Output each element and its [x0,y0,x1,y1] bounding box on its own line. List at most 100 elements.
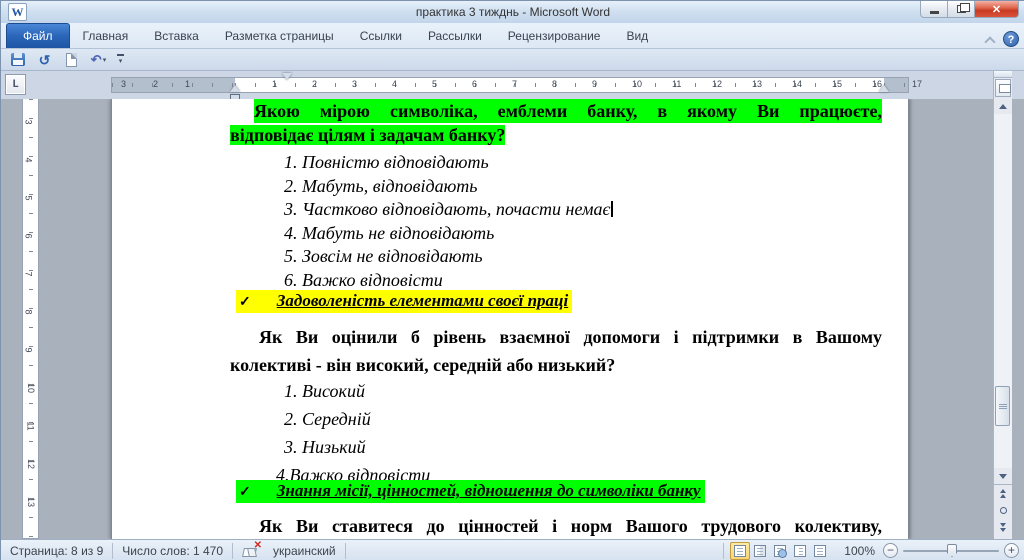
document-area: 345678910111213 Якою мірою символіка, ем… [1,99,1024,539]
tab-file[interactable]: Файл [6,23,70,48]
zoom-slider-thumb[interactable] [947,544,957,557]
checkmark-icon: ✓ [239,484,251,501]
select-browse-object-button[interactable] [994,502,1012,519]
ruler-number: 3 [352,79,357,89]
ribbon-tab-row: Файл Главная Вставка Разметка страницы С… [1,23,1024,49]
word-count[interactable]: Число слов: 1 470 [113,544,232,558]
scroll-down-button[interactable] [994,468,1012,484]
draft-icon [814,545,826,557]
vertical-scrollbar [993,71,1012,539]
zoom-slider[interactable] [903,543,999,558]
chevron-down-icon: ▾ [119,57,123,65]
ruler-number: 11 [26,421,36,430]
checkmark-icon: ✓ [239,294,251,311]
tab-page-layout[interactable]: Разметка страницы [212,24,347,48]
separator [723,543,724,559]
ruler-number: 3 [24,119,34,124]
ruler-number: 8 [552,79,557,89]
right-indent-marker[interactable] [879,85,889,92]
word-app-icon[interactable]: W [8,3,27,21]
next-page-button[interactable] [994,519,1012,536]
ruler-number: 8 [24,309,34,314]
zoom-in-button[interactable]: + [1004,543,1019,558]
view-outline-button[interactable] [790,542,810,560]
customize-qat-button[interactable]: ▾ [117,54,124,65]
minimize-button[interactable] [920,1,948,18]
tab-insert[interactable]: Вставка [141,24,212,48]
list-item: 4. Мабуть не відповідають [284,222,613,246]
ruler-number: 2 [312,79,317,89]
tab-mailings[interactable]: Рассылки [415,24,495,48]
paragraph-question-line2: колективі - він високий, середній або ни… [230,351,615,379]
help-button[interactable]: ? [1003,31,1019,47]
paragraph-values-line1: Як Ви ставитеся до цінностей і норм Вашо… [259,512,882,539]
ruler-number: 12 [26,459,36,469]
close-icon: ✕ [992,3,1001,16]
list-item: 1. Високий [284,377,430,405]
ruler-number: 17 [912,79,922,89]
tab-view[interactable]: Вид [613,24,661,48]
view-full-screen-reading-button[interactable] [750,542,770,560]
arrow-up-icon [999,104,1007,109]
zoom-level[interactable]: 100% [836,544,883,558]
new-document-icon [66,53,77,67]
ruler-number: 14 [792,79,802,89]
horizontal-ruler[interactable]: 3211234567891011121314151617 [111,77,909,93]
ruler-number: 13 [26,497,36,507]
ruler-number: 7 [24,271,34,276]
view-draft-button[interactable] [810,542,830,560]
ruler-number: 10 [26,383,36,393]
first-line-indent-marker[interactable] [282,73,292,80]
undo-arrow-icon: ↶ [91,52,102,68]
word-window: W практика 3 тижднь - Microsoft Word ✕ Ф… [0,0,1024,560]
language-indicator[interactable]: украинский [264,544,345,558]
restore-button[interactable] [948,1,975,18]
ruler-number: 13 [752,79,762,89]
split-window-handle[interactable] [994,71,1012,78]
undo-history-button[interactable]: ↶ ▾ [90,52,107,68]
close-button[interactable]: ✕ [975,1,1019,18]
expand-ribbon-icon[interactable] [986,35,995,44]
new-document-button[interactable] [63,52,80,68]
window-controls: ✕ [920,1,1019,18]
separator [345,543,346,559]
web-layout-icon [774,545,786,557]
browse-object-icon [1000,507,1007,514]
bullet-satisfaction: ✓ Задоволеність елементами своєї праці [236,290,572,313]
undo-typing-button[interactable]: ↺ [36,52,53,68]
list-item: 3. Низький [284,433,430,461]
ruler-number: 9 [592,79,597,89]
full-screen-reading-icon [754,545,766,557]
previous-page-button[interactable] [994,485,1012,502]
ruler-toggle-button[interactable] [995,79,1011,97]
quick-access-toolbar: ↺ ↶ ▾ ▾ [1,49,1024,71]
ruler-number: 6 [24,233,34,238]
ruler-number: 4 [392,79,397,89]
scroll-up-button[interactable] [994,98,1012,114]
hanging-indent-marker[interactable] [230,85,240,92]
page-indicator[interactable]: Страница: 8 из 9 [1,544,112,558]
tab-home[interactable]: Главная [70,24,142,48]
list-item: 2. Мабуть, відповідають [284,175,613,199]
title-bar: W практика 3 тижднь - Microsoft Word ✕ [1,1,1024,23]
ruler-bar: L 3211234567891011121314151617 [1,71,1024,99]
window-title: практика 3 тижднь - Microsoft Word [1,5,1024,19]
document-page[interactable]: Якою мірою символіка, емблеми банку, в я… [111,99,909,539]
scrollbar-thumb[interactable] [995,386,1010,426]
list-item: 3. Частково відповідають, почасти немає [284,198,613,222]
proofing-errors-icon[interactable]: ✕ [243,544,260,557]
ruler-number: 1 [185,79,190,89]
save-button[interactable] [9,52,26,68]
vertical-ruler[interactable]: 345678910111213 [22,99,39,539]
tab-stop-selector[interactable]: L [5,74,26,95]
tab-references[interactable]: Ссылки [347,24,415,48]
bullet-mission-knowledge: ✓ Знання місії, цінностей, відношення до… [236,480,705,503]
view-web-layout-button[interactable] [770,542,790,560]
status-bar: Страница: 8 из 9 Число слов: 1 470 ✕ укр… [1,539,1024,560]
double-up-icon [1000,494,1006,498]
scrollbar-track[interactable] [994,114,1012,468]
zoom-out-button[interactable]: − [883,543,898,558]
view-print-layout-button[interactable] [730,542,750,560]
tab-review[interactable]: Рецензирование [495,24,614,48]
list-item: 1. Повністю відповідають [284,151,613,175]
